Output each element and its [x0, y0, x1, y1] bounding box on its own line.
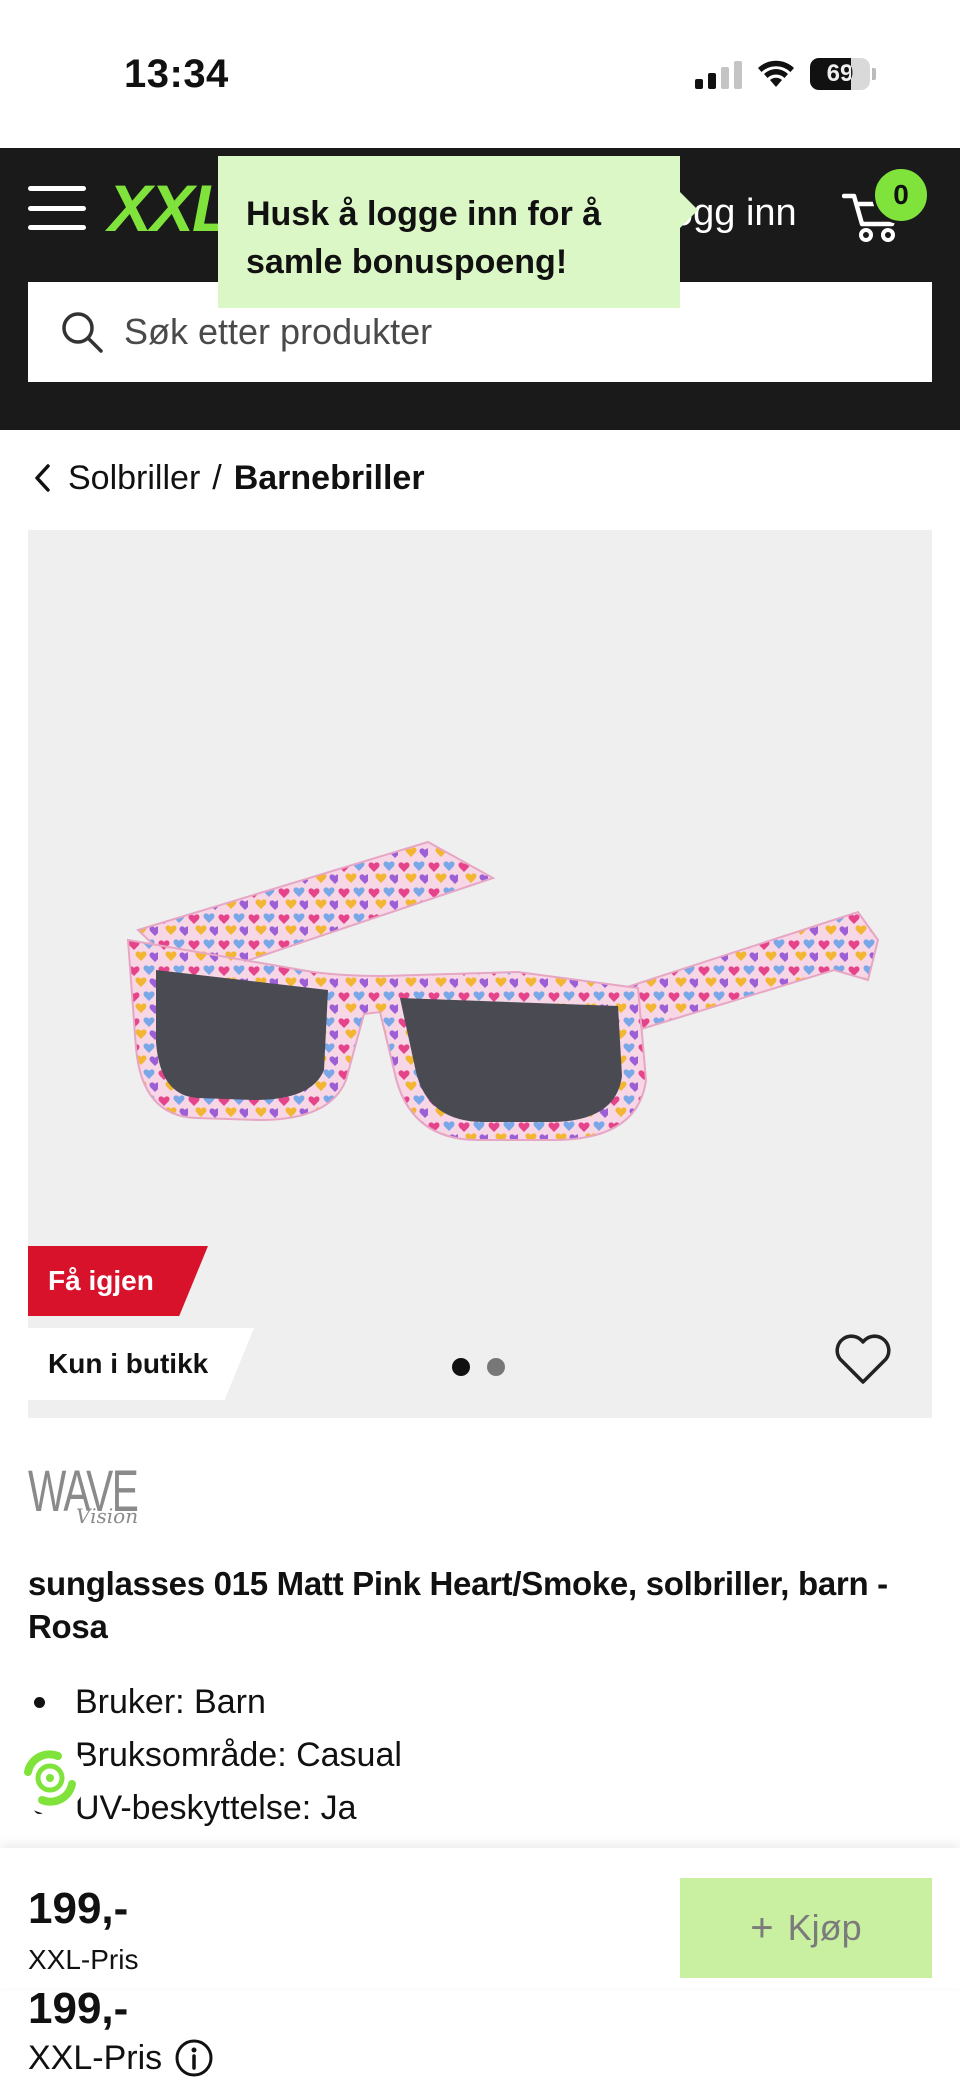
battery-icon: 69 — [810, 58, 876, 90]
status-time: 13:34 — [124, 52, 229, 96]
price: 199,- — [28, 1884, 129, 1933]
floating-chat-icon[interactable] — [14, 1742, 86, 1814]
price-label-text: XXL-Pris — [28, 2038, 163, 2077]
breadcrumb: Solbriller / Barnebriller — [28, 458, 425, 498]
status-icons: 69 — [695, 58, 876, 90]
pagination-dot-1[interactable] — [452, 1358, 470, 1376]
product-title: sunglasses 015 Matt Pink Heart/Smoke, so… — [28, 1565, 888, 1645]
product-image[interactable] — [98, 780, 888, 1200]
info-icon[interactable] — [174, 2038, 214, 2078]
plus-icon: + — [750, 1905, 774, 1950]
badge-store-only: Kun i butikk — [28, 1328, 254, 1400]
spec-item: Bruker: Barn — [28, 1676, 402, 1729]
battery-level: 69 — [826, 60, 854, 87]
status-bar: 13:34 69 — [0, 0, 960, 148]
breadcrumb-parent[interactable]: Solbriller — [68, 459, 200, 498]
signal-icon — [695, 59, 742, 89]
brand-logo[interactable]: WAVE Vision — [28, 1458, 184, 1528]
sticky-buy-bar: 199,- XXL-Pris + Kjøp — [0, 1848, 960, 1988]
price-underlay: 199,- — [28, 1984, 129, 2033]
login-reminder-tooltip: Husk å logge inn for å samle bonuspoeng! — [218, 156, 698, 308]
image-pagination[interactable] — [452, 1358, 505, 1376]
search-icon — [62, 312, 103, 353]
breadcrumb-current[interactable]: Barnebriller — [234, 459, 425, 498]
brand-subname: Vision — [76, 1504, 139, 1528]
price-label-underlay: XXL-Pris — [28, 2038, 214, 2078]
cart-count-badge[interactable]: 0 — [872, 166, 930, 224]
heart-icon[interactable] — [834, 1334, 892, 1386]
product-specs: Bruker: Barn Bruksområde: Casual UV-besk… — [28, 1676, 402, 1835]
pagination-dot-2[interactable] — [487, 1358, 505, 1376]
tooltip-text: Husk å logge inn for å samle bonuspoeng! — [246, 195, 602, 281]
product-image-gallery[interactable]: Få igjen Kun i butikk — [28, 530, 932, 1418]
badge-cashback: Få igjen — [28, 1246, 208, 1316]
search-input[interactable] — [124, 311, 884, 353]
breadcrumb-separator: / — [212, 458, 222, 497]
buy-button-label: Kjøp — [787, 1907, 862, 1948]
xxl-logo[interactable]: XXL — [108, 170, 232, 246]
buy-button[interactable]: + Kjøp — [680, 1878, 932, 1978]
chevron-left-icon[interactable] — [28, 458, 56, 498]
spec-item: UV-beskyttelse: Ja — [28, 1782, 402, 1835]
hamburger-icon[interactable] — [28, 186, 86, 230]
wifi-icon — [758, 60, 794, 87]
price-label: XXL-Pris — [28, 1944, 139, 1975]
